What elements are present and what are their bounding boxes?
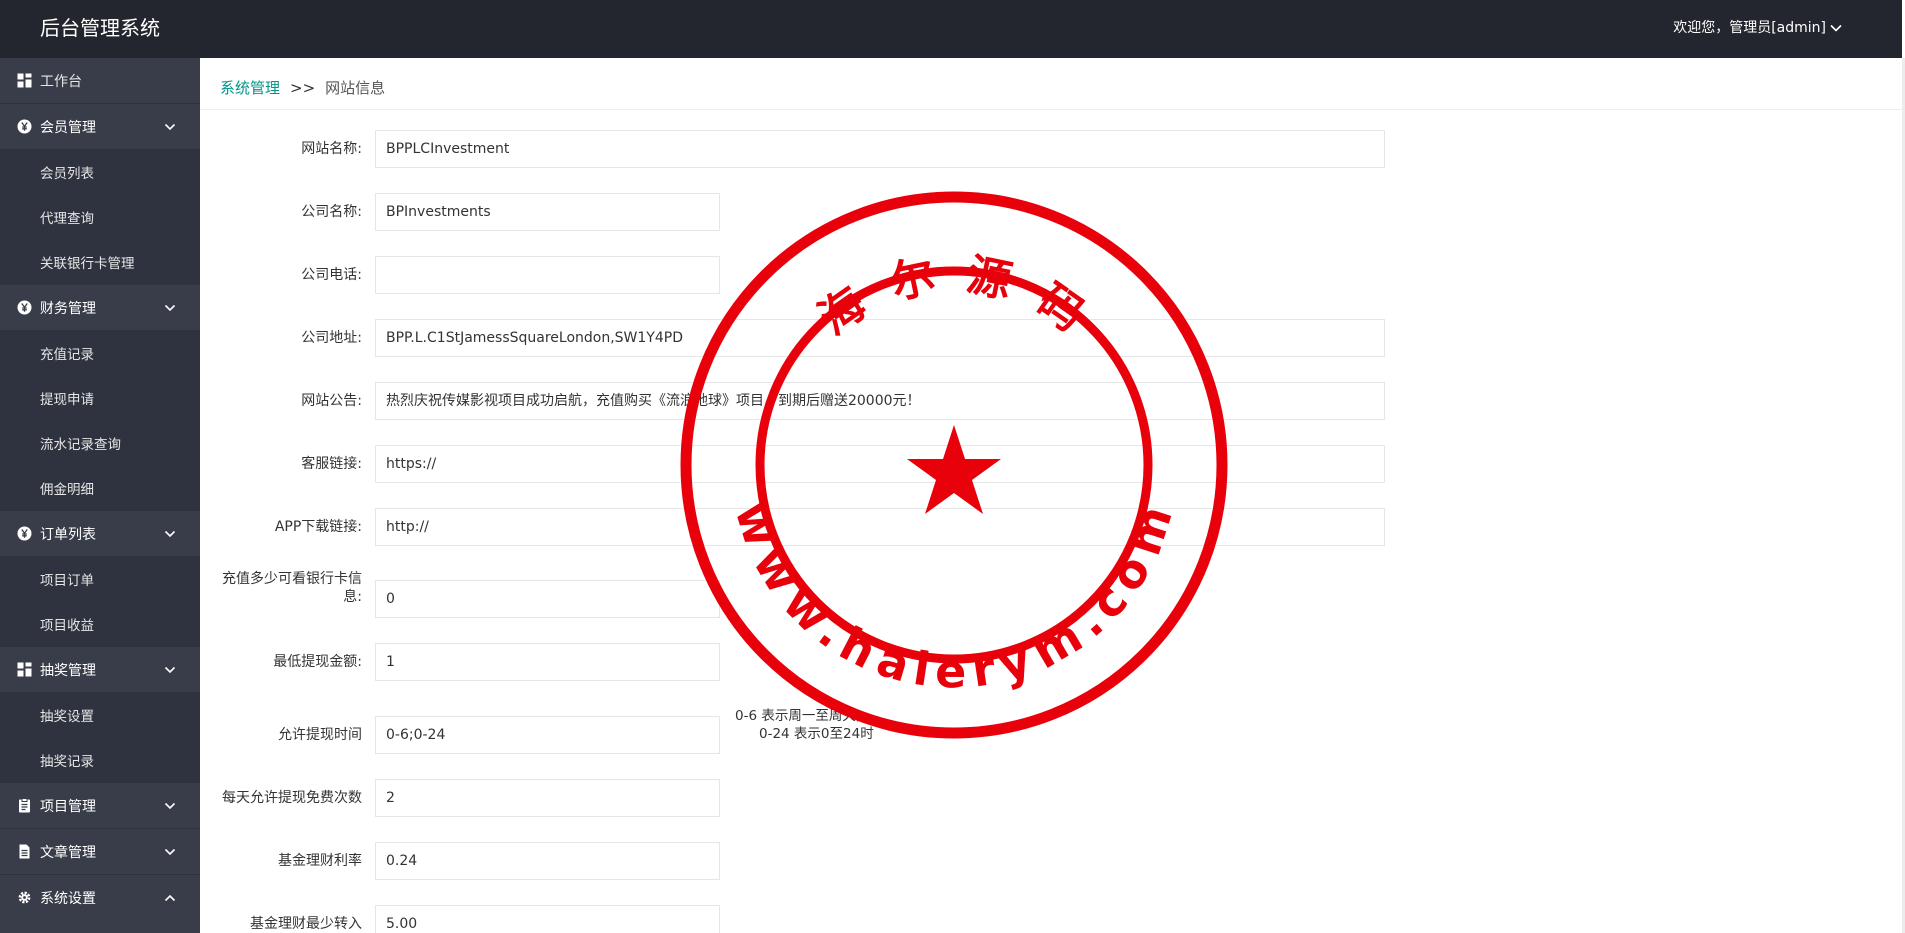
chevron-down-icon [164,802,176,810]
withdraw-time-input[interactable]: 0-6;0-24 [375,716,720,754]
sidebar-item-commission[interactable]: 佣金明细 [0,465,200,510]
sidebar-item-agent-query[interactable]: 代理查询 [0,194,200,239]
app-link-input[interactable]: http:// [375,508,1385,546]
service-link-label: 客服链接: [301,456,362,472]
chevron-up-icon [164,894,176,902]
app-title: 后台管理系统 [40,16,160,40]
sidebar-group-label: 会员管理 [40,119,96,136]
dashboard-grid-icon [17,73,32,88]
yen-circle-icon [17,119,32,134]
free-withdraw-times-label: 每天允许提现免费次数 [222,790,362,806]
sidebar-group-label: 系统设置 [40,890,96,907]
breadcrumb-parent-link[interactable]: 系统管理 [220,78,280,98]
breadcrumb: 系统管理 >> 网站信息 [220,78,385,98]
site-notice-input[interactable]: 热烈庆祝传媒影视项目成功启航，充值购买《流浪地球》项目，到期后赠送20000元！ [375,382,1385,420]
company-phone-label: 公司电话: [301,267,362,283]
sidebar-item-recharge-records[interactable]: 充值记录 [0,330,200,375]
recharge-view-bank-label-line1: 充值多少可看银行卡信 [222,571,362,587]
document-icon [19,844,30,859]
sidebar-group-lottery[interactable]: 抽奖管理 [0,646,200,692]
company-phone-input[interactable] [375,256,720,294]
app-link-label: APP下载链接: [274,519,362,535]
chevron-down-icon [164,848,176,856]
fund-min-in-input[interactable]: 5.00 [375,905,720,933]
sidebar-item-label: 工作台 [40,73,82,90]
withdraw-time-hint-line2: 0-24 表示0至24时 [759,726,874,742]
clipboard-icon [19,798,30,813]
company-name-input[interactable]: BPInvestments [375,193,720,231]
sidebar-group-label: 订单列表 [40,526,96,543]
sidebar-group-orders[interactable]: 订单列表 [0,510,200,556]
sidebar-item-lottery-records[interactable]: 抽奖记录 [0,737,200,782]
sidebar-group-label: 文章管理 [40,844,96,861]
dashboard-grid-icon [17,662,32,677]
breadcrumb-separator: >> [290,79,316,97]
sidebar-group-finance[interactable]: 财务管理 [0,284,200,330]
fund-rate-label: 基金理财利率 [278,853,362,869]
breadcrumb-current: 网站信息 [325,79,386,97]
site-name-input[interactable]: BPPLCInvestment [375,130,1385,168]
chevron-down-icon [1830,24,1842,32]
sidebar-item-workbench[interactable]: 工作台 [0,58,200,103]
sidebar-group-projects[interactable]: 项目管理 [0,782,200,828]
sidebar-item-project-orders[interactable]: 项目订单 [0,556,200,601]
sidebar-group-members[interactable]: 会员管理 [0,103,200,149]
recharge-view-bank-label-line2: 息: [343,589,362,605]
service-link-input[interactable]: https:// [375,445,1385,483]
company-address-input[interactable]: BPP.L.C1StJamessSquareLondon,SW1Y4PD [375,319,1385,357]
sidebar-item-bank-cards[interactable]: 关联银行卡管理 [0,239,200,284]
sidebar-item-member-list[interactable]: 会员列表 [0,149,200,194]
company-address-label: 公司地址: [301,330,362,346]
yen-circle-icon [17,300,32,315]
sidebar-group-label: 财务管理 [40,300,96,317]
site-notice-label: 网站公告: [301,393,362,409]
gear-icon [18,891,31,904]
user-menu[interactable]: 欢迎您，管理员[admin] [1673,18,1843,38]
free-withdraw-times-input[interactable]: 2 [375,779,720,817]
chevron-down-icon [164,304,176,312]
withdraw-time-hint: 0-6 表示周一至周天, 0-24 表示0至24时 [735,707,874,743]
fund-rate-input[interactable]: 0.24 [375,842,720,880]
top-header: 后台管理系统 欢迎您，管理员[admin] [0,0,1905,58]
chevron-down-icon [164,666,176,674]
user-label: 欢迎您，管理员[admin] [1673,20,1826,36]
site-name-label: 网站名称: [301,141,362,157]
sidebar-group-system[interactable]: 系统设置 [0,874,200,920]
withdraw-time-hint-line1: 0-6 表示周一至周天, [735,708,861,724]
sidebar-group-label: 项目管理 [40,798,96,815]
sidebar-item-flow-records[interactable]: 流水记录查询 [0,420,200,465]
sidebar-group-articles[interactable]: 文章管理 [0,828,200,874]
sidebar-item-lottery-settings[interactable]: 抽奖设置 [0,692,200,737]
chevron-down-icon [164,123,176,131]
recharge-view-bank-input[interactable]: 0 [375,580,720,618]
sidebar-item-withdraw-requests[interactable]: 提现申请 [0,375,200,420]
sidebar-item-project-income[interactable]: 项目收益 [0,601,200,646]
breadcrumb-divider [200,109,1902,110]
chevron-down-icon [164,530,176,538]
min-withdraw-label: 最低提现金额: [273,654,362,670]
yen-circle-icon [17,526,32,541]
recharge-view-bank-label: 充值多少可看银行卡信 息: [212,570,362,606]
company-name-label: 公司名称: [301,204,362,220]
sidebar-group-label: 抽奖管理 [40,662,96,679]
fund-min-in-label: 基金理财最少转入 [250,916,362,932]
withdraw-time-label: 允许提现时间 [278,727,362,743]
min-withdraw-input[interactable]: 1 [375,643,720,681]
main-content: 系统管理 >> 网站信息 网站名称: BPPLCInvestment 公司名称:… [200,58,1902,933]
sidebar: 工作台 会员管理 会员列表 代理查询 关联银行卡管理 财务管理 充值记录 提现申… [0,58,200,933]
